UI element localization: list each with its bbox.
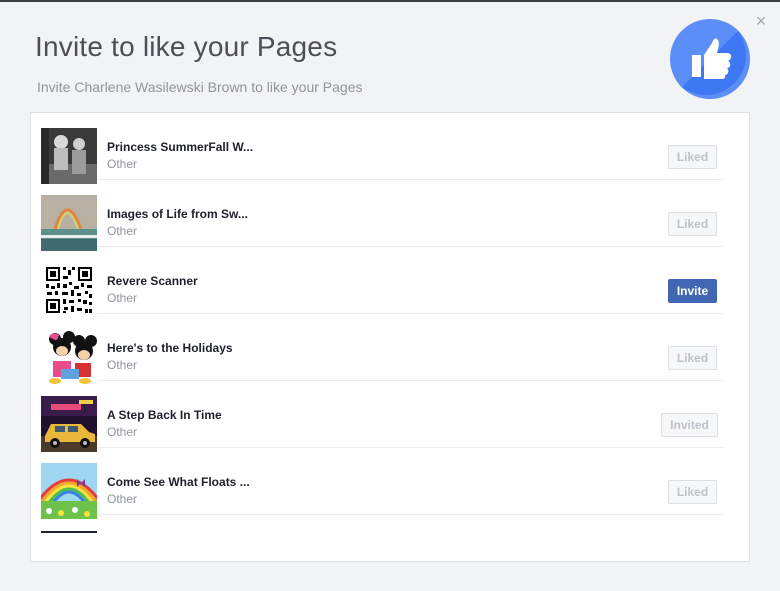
page-category: Other bbox=[107, 358, 138, 372]
page-thumbnail bbox=[41, 396, 97, 452]
liked-button: Liked bbox=[668, 212, 717, 236]
list-item: Images of Life from Sw... Other Liked bbox=[41, 180, 723, 251]
page-name[interactable]: Revere Scanner bbox=[107, 274, 198, 288]
thumbs-up-icon bbox=[670, 19, 750, 99]
list-item: Princess SummerFall W... Other Liked bbox=[41, 113, 723, 184]
page-name[interactable]: Come See What Floats ... bbox=[107, 475, 250, 489]
dialog-title: Invite to like your Pages bbox=[35, 31, 338, 62]
list-item: Revere Scanner Other Invite bbox=[41, 247, 723, 318]
liked-button: Liked bbox=[668, 480, 717, 504]
page-category: Other bbox=[107, 291, 138, 305]
page-thumbnail bbox=[41, 262, 97, 318]
page-category: Other bbox=[107, 492, 138, 506]
page-name[interactable]: Here's to the Holidays bbox=[107, 341, 233, 355]
page-name[interactable]: Princess SummerFall W... bbox=[107, 140, 253, 154]
page-category: Other bbox=[107, 157, 138, 171]
dialog-subtitle: Invite Charlene Wasilewski Brown to like… bbox=[37, 79, 363, 95]
liked-button: Liked bbox=[668, 346, 717, 370]
pages-list: Princess SummerFall W... Other Liked Ima… bbox=[30, 112, 750, 562]
page-name[interactable]: Images of Life from Sw... bbox=[107, 207, 248, 221]
liked-button: Liked bbox=[668, 145, 717, 169]
close-icon[interactable]: × bbox=[752, 12, 770, 30]
list-item: Here's to the Holidays Other Liked bbox=[41, 314, 723, 385]
page-category: Other bbox=[107, 224, 138, 238]
invite-button[interactable]: Invite bbox=[668, 279, 717, 303]
invite-dialog: × Invite to like your Pages Invite Charl… bbox=[0, 0, 780, 591]
page-thumbnail bbox=[41, 128, 97, 184]
page-name[interactable]: A Step Back In Time bbox=[107, 408, 222, 422]
page-category: Other bbox=[107, 425, 138, 439]
list-item: Come See What Floats ... Other Liked bbox=[41, 448, 723, 519]
list-item: A Step Back In Time Other Invited bbox=[41, 381, 723, 452]
invited-button: Invited bbox=[661, 413, 718, 437]
page-thumbnail bbox=[41, 329, 97, 385]
page-thumbnail bbox=[41, 195, 97, 251]
next-page-thumbnail-edge bbox=[41, 531, 97, 533]
page-thumbnail bbox=[41, 463, 97, 519]
